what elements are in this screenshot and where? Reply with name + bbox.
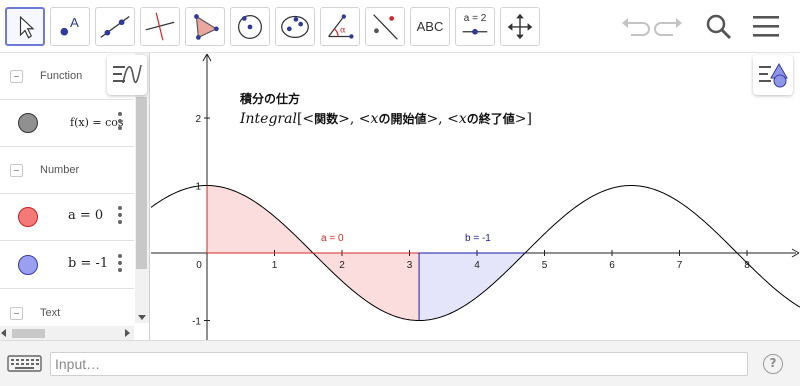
visibility-toggle-a[interactable] (18, 207, 38, 227)
x-tick-label: 2 (339, 260, 345, 271)
y-tick-label: 1 (195, 182, 201, 193)
redo-button[interactable] (653, 10, 687, 44)
scroll-right-arrow-icon[interactable] (125, 329, 130, 337)
move-graphics-view-tool-button[interactable] (500, 7, 540, 46)
group-label-number: Number (40, 164, 80, 176)
graphics-style-icon (759, 62, 788, 88)
help-button[interactable]: ? (763, 354, 783, 374)
syntax-sep2: >, < (426, 111, 459, 127)
polygon-icon (194, 14, 219, 40)
group-header-number[interactable]: Number (0, 147, 134, 194)
more-options-icon[interactable] (116, 206, 124, 228)
move-tool-button[interactable] (5, 7, 45, 46)
horizontal-scrollbar-thumb[interactable] (12, 329, 45, 338)
svg-text:α: α (340, 26, 346, 36)
slider-tool-button[interactable]: a = 2 (455, 7, 495, 46)
syntax-close: >] (514, 111, 532, 127)
more-options-icon[interactable] (116, 112, 124, 134)
algebra-style-icon (113, 64, 142, 84)
algebra-item-f[interactable]: f(x) = cos (0, 99, 134, 147)
move-arrows-icon (507, 13, 533, 40)
slider-b-label: b = -1 (465, 233, 491, 244)
y-tick-label: -1 (192, 317, 201, 328)
x-tick-label: 0 (196, 260, 202, 271)
main-menu-button[interactable] (749, 10, 783, 44)
collapse-toggle[interactable] (10, 70, 23, 83)
x-tick-label: 3 (407, 260, 413, 271)
x-tick-label: 6 (609, 260, 615, 271)
input-field[interactable]: Input… (50, 352, 748, 376)
x-tick-label: 1 (272, 260, 278, 271)
angle-tool-button[interactable]: α (320, 7, 360, 46)
visibility-toggle-f[interactable] (18, 113, 38, 133)
keyboard-button[interactable] (0, 349, 48, 377)
x-tick-label: 7 (677, 260, 683, 271)
more-options-icon[interactable] (116, 254, 124, 276)
point-tool-button[interactable]: A (50, 7, 90, 46)
search-button[interactable] (702, 10, 736, 44)
reflect-line-icon (373, 14, 398, 40)
keyboard-icon (7, 355, 42, 372)
collapse-toggle[interactable] (10, 307, 23, 320)
line-icon (100, 16, 130, 38)
integral-region-2 (419, 253, 526, 321)
help-icon: ? (769, 356, 777, 370)
text-tool-button[interactable]: ABC (410, 7, 450, 46)
syntax-arg2: の開始値 (378, 112, 427, 126)
integral-syntax-text: Integral[<関数>, <xの開始値>, <xの終了値>] (240, 110, 532, 127)
hamburger-menu-icon (753, 16, 779, 37)
circle-icon (237, 14, 263, 39)
input-placeholder: Input… (55, 356, 101, 372)
x-tick-label: 5 (542, 260, 548, 271)
algebra-style-bar-button[interactable] (107, 55, 147, 95)
scroll-down-arrow-icon[interactable] (138, 315, 146, 320)
algebra-item-b[interactable]: b = -1 (0, 241, 134, 289)
circle-tool-button[interactable] (230, 7, 270, 46)
algebra-view: Function f(x) = cos Number a = 0 b = -1 … (0, 53, 150, 340)
algebra-item-b-text: b = -1 (68, 256, 109, 271)
svg-text:A: A (70, 15, 79, 30)
angle-icon: α (328, 14, 354, 39)
graphics-view[interactable]: 0 1 2 3 4 5 6 7 8 -1 1 2 a = 0b = -1 積分の仕方 Integral… (151, 53, 800, 340)
slider-icon (462, 28, 488, 35)
text-tool-label: ABC (416, 19, 444, 34)
redo-icon (654, 18, 682, 36)
syntax-sep1: >, < (338, 111, 371, 127)
undo-button[interactable] (617, 10, 651, 44)
syntax-var2: x (458, 111, 467, 127)
group-label-function: Function (40, 70, 83, 82)
x-tick-label: 4 (474, 260, 480, 271)
graphics-style-bar-button[interactable] (753, 55, 793, 95)
syntax-arg1: 関数 (314, 112, 339, 126)
slider-a-label: a = 0 (321, 233, 344, 244)
perpendicular-line-icon (145, 12, 175, 41)
ellipse-icon (281, 15, 309, 39)
syntax-fn: Integral (240, 111, 297, 127)
reflect-tool-button[interactable] (365, 7, 405, 46)
ellipse-tool-button[interactable] (275, 7, 315, 46)
input-bar: Input… ? (0, 340, 800, 386)
line-tool-button[interactable] (95, 7, 135, 46)
polygon-tool-button[interactable] (185, 7, 225, 46)
search-icon (706, 14, 732, 40)
cursor-arrow-icon (19, 15, 35, 39)
algebra-item-a-text: a = 0 (68, 208, 104, 223)
graphics-title-text: 積分の仕方 (240, 92, 301, 106)
group-label-text: Text (40, 307, 61, 319)
point-icon: A (60, 15, 79, 36)
geogebra-app: A α ABC a = 2 Function f(x) = cos Number… (0, 0, 800, 386)
collapse-toggle[interactable] (10, 164, 23, 177)
syntax-open: [< (296, 111, 315, 127)
vertical-scrollbar-thumb[interactable] (136, 97, 147, 269)
y-tick-label: 2 (195, 114, 201, 125)
scroll-left-arrow-icon[interactable] (1, 329, 6, 337)
undo-icon (622, 18, 650, 36)
algebra-item-a[interactable]: a = 0 (0, 193, 134, 241)
toolbar: A α ABC a = 2 (0, 0, 800, 53)
syntax-arg3: の終了値 (466, 112, 515, 126)
perpendicular-line-tool-button[interactable] (140, 7, 180, 46)
algebra-item-f-text: f(x) = cos (70, 116, 124, 129)
visibility-toggle-b[interactable] (18, 255, 38, 275)
